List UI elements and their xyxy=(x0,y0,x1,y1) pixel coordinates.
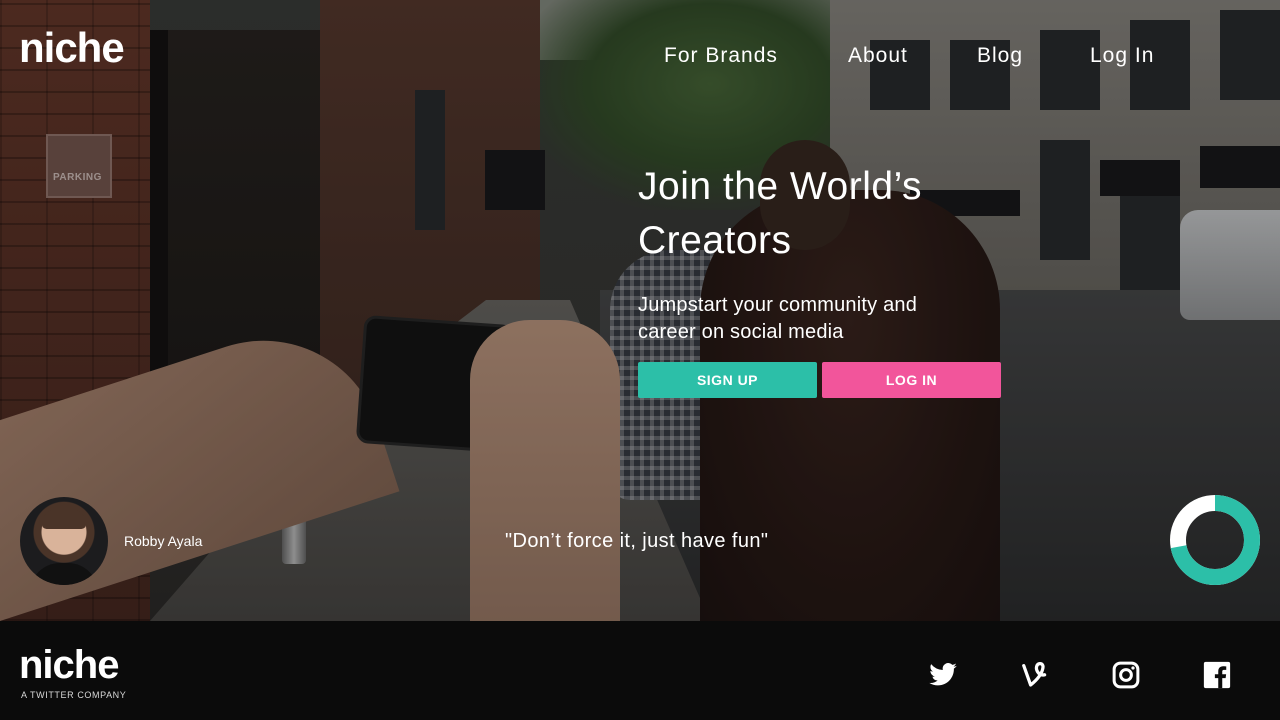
hero-subhead: Jumpstart your community and career on s… xyxy=(638,294,918,343)
vine-icon[interactable] xyxy=(1020,660,1050,690)
footer-niche-logo[interactable]: niche xyxy=(19,643,119,687)
nav-about[interactable]: About xyxy=(848,44,908,68)
footer-tagline: A TWITTER COMPANY xyxy=(21,690,127,700)
facebook-icon[interactable] xyxy=(1202,660,1232,690)
hero-headline: Join the World’s Creators xyxy=(638,165,923,262)
log-in-button[interactable]: LOG IN xyxy=(822,362,1001,398)
creator-name[interactable]: Robby Ayala xyxy=(124,533,202,549)
slideshow-progress-ring[interactable] xyxy=(1170,495,1260,585)
sign-up-button[interactable]: SIGN UP xyxy=(638,362,817,398)
footer: niche A TWITTER COMPANY xyxy=(0,621,1280,720)
twitter-icon[interactable] xyxy=(928,660,958,690)
nav-log-in[interactable]: Log In xyxy=(1090,44,1154,68)
creator-avatar[interactable] xyxy=(20,497,108,585)
nav-blog[interactable]: Blog xyxy=(977,44,1023,68)
nav-for-brands[interactable]: For Brands xyxy=(664,44,778,68)
main-nav: For Brands About Blog Log In xyxy=(0,44,1280,74)
creator-quote: "Don’t force it, just have fun" xyxy=(505,530,769,552)
instagram-icon[interactable] xyxy=(1111,660,1141,690)
hero-section: PARKING niche For Brands About Blog Log … xyxy=(0,0,1280,621)
